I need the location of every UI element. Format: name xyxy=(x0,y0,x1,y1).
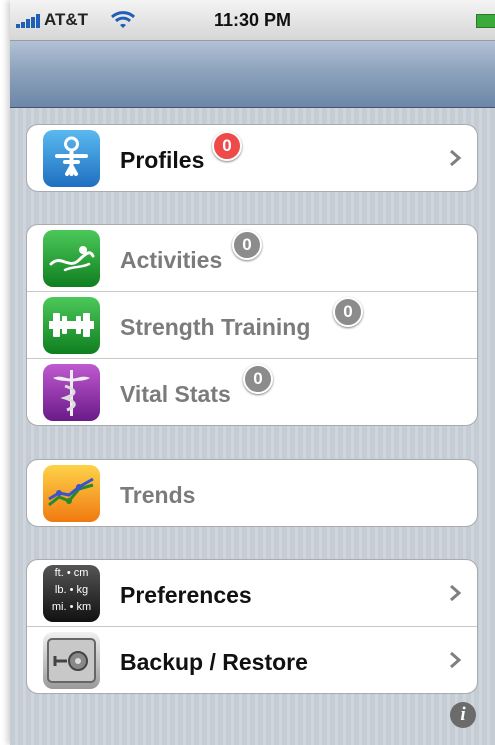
vital-stats-label: Vital Stats xyxy=(120,381,231,407)
chevron-right-icon xyxy=(450,584,462,602)
units-line-distance: mi. • km xyxy=(51,601,92,613)
activities-group: Activities 0 Strength Training 0 Vital S… xyxy=(26,224,478,426)
strength-training-badge: 0 xyxy=(333,297,363,327)
status-time: 11:30 PM xyxy=(213,10,292,30)
trends-group: Trends xyxy=(26,459,478,527)
activities-label: Activities xyxy=(120,247,223,273)
strength-training-label: Strength Training xyxy=(120,314,311,340)
profile-person-icon xyxy=(43,130,100,187)
app-frame: AT&T 11:30 PM Profiles 0 Activities 0 St… xyxy=(10,0,495,745)
profiles-group: Profiles 0 xyxy=(26,124,478,192)
row-backup-restore[interactable]: Backup / Restore xyxy=(27,626,477,693)
row-trends[interactable]: Trends xyxy=(27,460,477,526)
preferences-label: Preferences xyxy=(120,582,252,608)
status-bar: AT&T 11:30 PM xyxy=(10,0,495,41)
row-activities[interactable]: Activities 0 xyxy=(27,225,477,291)
profiles-badge: 0 xyxy=(212,131,242,161)
chevron-right-icon xyxy=(450,651,462,669)
backup-restore-label: Backup / Restore xyxy=(120,649,308,675)
row-profiles[interactable]: Profiles 0 xyxy=(27,125,477,191)
row-vital-stats[interactable]: Vital Stats 0 xyxy=(27,358,477,425)
activities-wave-icon xyxy=(43,230,100,287)
dumbbell-icon xyxy=(43,297,100,354)
trends-chart-icon xyxy=(43,465,100,522)
caduceus-icon xyxy=(43,364,100,421)
units-icon: ft. • cm lb. • kg mi. • km xyxy=(43,565,100,622)
main-content: Profiles 0 Activities 0 Strength Trainin… xyxy=(10,108,495,745)
chevron-right-icon xyxy=(450,149,462,167)
info-button[interactable]: i xyxy=(450,702,476,728)
row-preferences[interactable]: ft. • cm lb. • kg mi. • km Preferences xyxy=(27,560,477,626)
settings-group: ft. • cm lb. • kg mi. • km Preferences B… xyxy=(26,559,478,694)
activities-badge: 0 xyxy=(232,230,262,260)
profiles-label: Profiles xyxy=(120,147,205,173)
battery-icon xyxy=(476,14,495,28)
units-line-weight: lb. • kg xyxy=(54,584,89,596)
navigation-bar xyxy=(10,41,495,108)
units-line-length: ft. • cm xyxy=(54,567,89,579)
vital-stats-badge: 0 xyxy=(243,364,273,394)
safe-icon xyxy=(43,632,100,689)
trends-label: Trends xyxy=(120,482,196,508)
row-strength-training[interactable]: Strength Training 0 xyxy=(27,291,477,358)
